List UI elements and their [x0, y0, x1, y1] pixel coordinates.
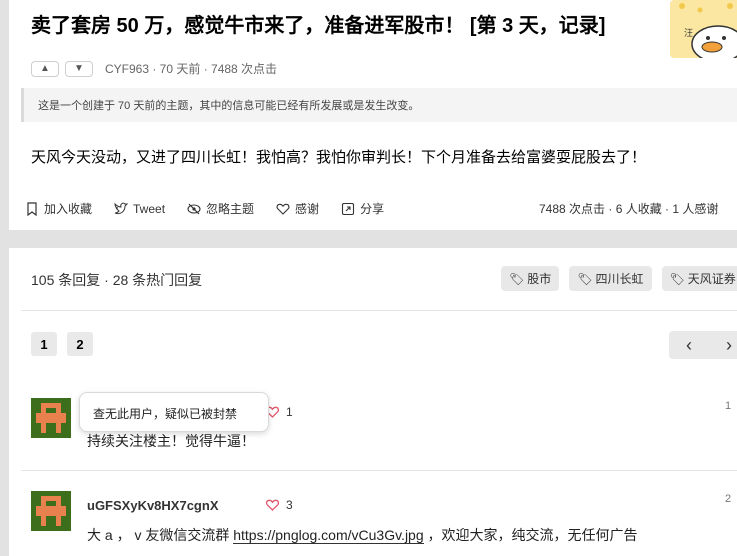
tweet-label: Tweet — [133, 201, 166, 216]
topic-title: 卖了套房 50 万，感觉牛市来了，准备进军股市！ [第 3 天，记录] — [31, 15, 606, 37]
ignore-topic-button[interactable]: 忽略主题 — [187, 200, 254, 217]
topic-stats: 7488 次点击 · 6 人收藏 · 1 人感谢 — [539, 202, 719, 216]
tweet-button[interactable]: Tweet — [114, 200, 165, 217]
vote-bar: ▲ ▼ CYF963 · 70 天前 · 7488 次点击 — [31, 60, 277, 77]
replies-card: 105 条回复 · 28 条热门回复 🏷 股市 🏷 四川长虹 🏷 天风证券 1 2 ‹… — [9, 248, 737, 556]
tag-label: 股市 — [527, 272, 552, 286]
like-count: 1 — [286, 405, 293, 419]
heart-icon — [276, 203, 290, 215]
tag-changhong[interactable]: 🏷 四川长虹 — [569, 266, 652, 291]
share-label: 分享 — [360, 202, 385, 216]
share-icon — [342, 202, 355, 215]
topic-body: 天风今天没动，又进了四川长虹！我怕高？我怕你审判长！下个月准备去给富婆耍屁股去了… — [31, 149, 647, 166]
twitter-icon — [114, 202, 129, 214]
prev-page-button[interactable]: ‹ — [669, 331, 709, 359]
tag-stock-market[interactable]: 🏷 股市 — [501, 266, 560, 291]
downvote-button[interactable]: ▼ — [65, 60, 93, 77]
like-count: 3 — [286, 498, 293, 512]
next-page-button[interactable]: › — [709, 331, 737, 359]
favorite-label: 加入收藏 — [44, 202, 93, 216]
reply-count: 105 条回复 · 28 条热门回复 — [31, 272, 203, 288]
ignore-topic-label: 忽略主题 — [206, 202, 255, 216]
reply-like[interactable]: 1 — [265, 405, 293, 419]
age-notice: 这是一个创建于 70 天前的主题，其中的信息可能已经有所发展或是发生改变。 — [21, 88, 737, 122]
reply-text-after: ，欢迎大家，纯交流，无任何广告 — [423, 527, 638, 543]
reply-text-before: 大 a ， v 友微信交流群 — [87, 527, 234, 543]
username[interactable]: uGFSXyKv8HX7cgnX — [87, 498, 219, 513]
topic-card: 卖了套房 50 万，感觉牛市来了，准备进军股市！ [第 3 天，记录] 汪 ▲ … — [9, 0, 737, 230]
avatar[interactable] — [31, 398, 71, 438]
thank-label: 感谢 — [295, 202, 320, 216]
tag-icon: 🏷 — [577, 271, 593, 286]
heart-icon — [265, 499, 280, 511]
image-link[interactable]: https://pnglog.com/vCu3Gv.jpg — [233, 527, 424, 544]
topic-meta: CYF963 · 70 天前 · 7488 次点击 — [105, 62, 278, 76]
thank-button[interactable]: 感谢 — [276, 200, 319, 217]
upvote-button[interactable]: ▲ — [31, 60, 59, 77]
divider — [21, 470, 737, 471]
bookmark-icon — [27, 201, 37, 216]
divider — [21, 310, 737, 311]
eye-off-icon — [187, 203, 201, 214]
reply-text: 持续关注楼主！觉得牛逼！ — [87, 433, 255, 449]
page-numbers: 1 2 — [31, 332, 93, 356]
share-button[interactable]: 分享 — [341, 200, 384, 217]
tag-label: 天风证券 — [687, 272, 736, 286]
tag-list: 🏷 股市 🏷 四川长虹 🏷 天风证券 — [501, 266, 737, 291]
avatar[interactable] — [31, 491, 71, 531]
tag-icon: 🏷 — [509, 271, 525, 286]
page-1-button[interactable]: 1 — [31, 332, 57, 356]
chevron-down-icon: ▼ — [74, 63, 84, 74]
floor-number: 2 — [725, 493, 732, 505]
reply-text: 大 a ， v 友微信交流群 https://pnglog.com/vCu3Gv… — [87, 525, 638, 545]
page-2-button[interactable]: 2 — [67, 332, 93, 356]
pager: ‹ › — [669, 331, 737, 359]
svg-text:汪: 汪 — [684, 28, 693, 39]
tag-tianfeng[interactable]: 🏷 天风证券 — [661, 266, 737, 291]
favorite-button[interactable]: 加入收藏 — [25, 200, 92, 217]
tag-icon: 🏷 — [669, 271, 685, 286]
chevron-up-icon: ▲ — [40, 63, 50, 74]
tag-label: 四川长虹 — [595, 272, 644, 286]
banned-user-tooltip: 查无此用户，疑似已被封禁 — [79, 392, 269, 432]
floor-number: 1 — [725, 400, 732, 412]
mascot-duck-image: 汪 — [670, 0, 737, 58]
reply-like[interactable]: 3 — [265, 498, 293, 512]
topic-toolbar: 加入收藏 Tweet 忽略主题 感谢 分享 — [25, 200, 384, 217]
